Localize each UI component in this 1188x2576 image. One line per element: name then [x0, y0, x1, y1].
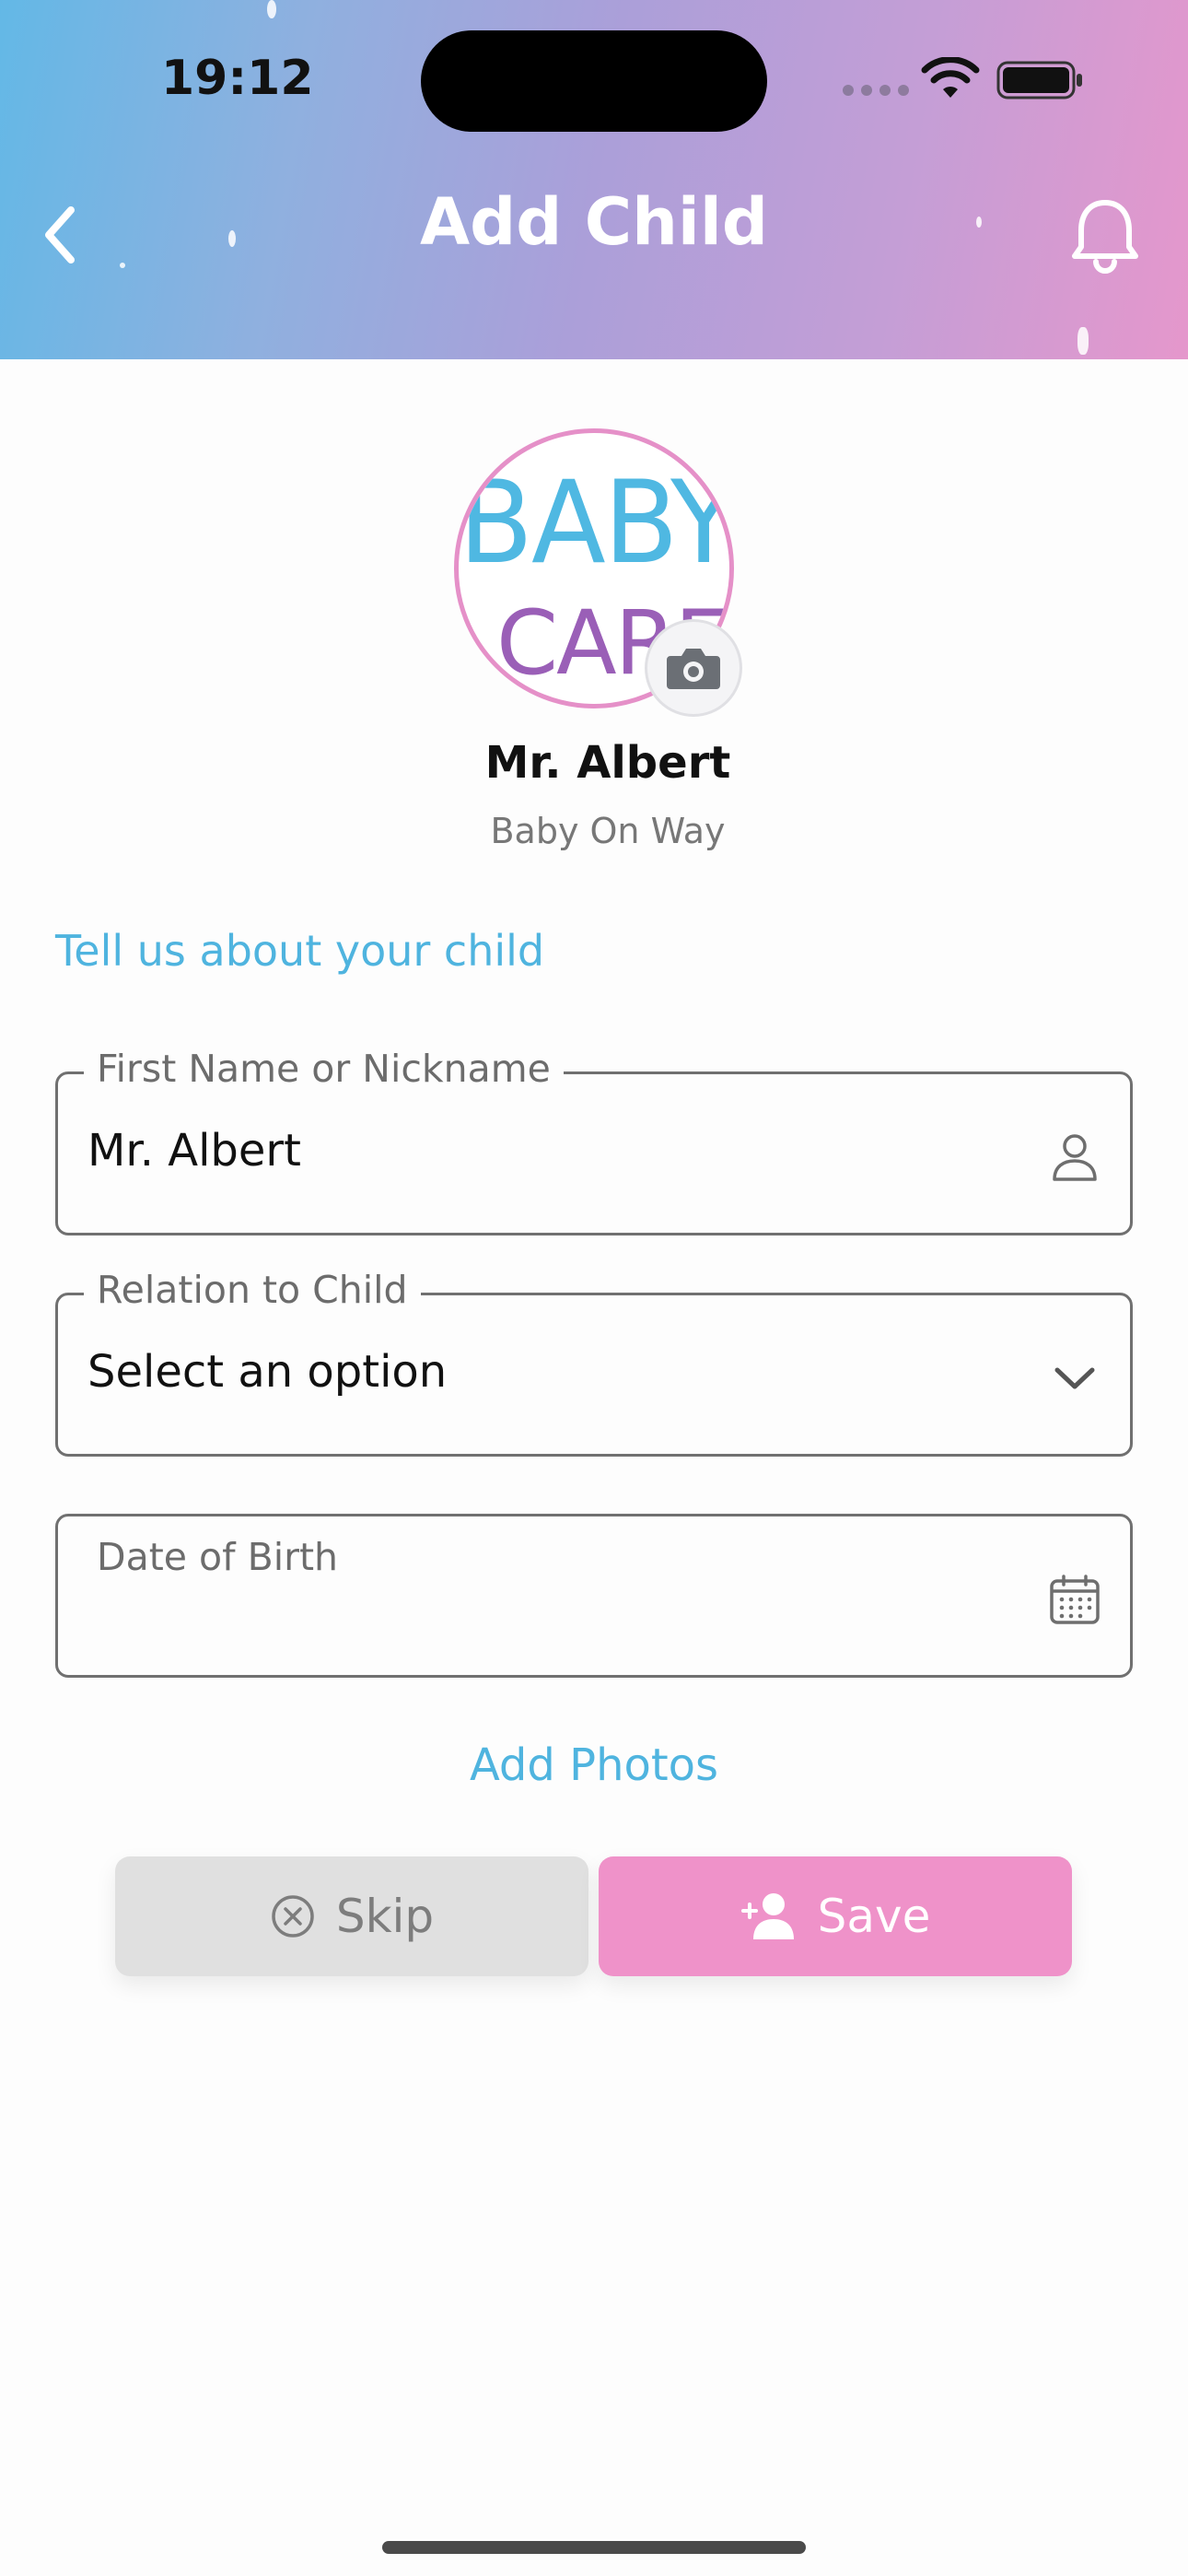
status-time: 19:12 [161, 51, 314, 106]
first-name-field[interactable]: First Name or Nickname Mr. Albert [55, 1047, 1133, 1235]
notification-button[interactable] [1068, 193, 1142, 276]
user-icon [1053, 1134, 1097, 1181]
add-user-icon [740, 1893, 794, 1939]
relation-selected-value: Select an option [87, 1346, 448, 1398]
skip-label: Skip [335, 1890, 435, 1943]
add-photos-link[interactable]: Add Photos [0, 1739, 1188, 1791]
wifi-icon [921, 57, 980, 98]
logo-text-baby: BABY [459, 455, 734, 590]
date-of-birth-field[interactable]: Date of Birth [55, 1514, 1133, 1678]
skip-button[interactable]: Skip [115, 1856, 588, 1976]
calendar-icon [1050, 1575, 1100, 1624]
section-title: Tell us about your child [55, 926, 545, 976]
relation-select[interactable]: Relation to Child Select an option [55, 1268, 1133, 1457]
first-name-label: First Name or Nickname [84, 1047, 564, 1091]
chevron-down-icon [1054, 1367, 1095, 1389]
home-indicator[interactable] [382, 2541, 806, 2554]
save-label: Save [817, 1890, 931, 1943]
save-button[interactable]: Save [599, 1856, 1072, 1976]
page-title: Add Child [419, 184, 769, 260]
first-name-value: Mr. Albert [87, 1125, 301, 1177]
sparkle-decoration [120, 263, 125, 268]
cellular-signal-icon [843, 85, 909, 96]
date-of-birth-label: Date of Birth [97, 1535, 339, 1579]
battery-icon [996, 61, 1082, 100]
change-photo-button[interactable] [645, 619, 742, 717]
close-circle-icon [272, 1895, 314, 1938]
sparkle-decoration [1077, 327, 1089, 355]
bell-icon [1072, 200, 1138, 274]
camera-icon [667, 649, 720, 689]
add-child-screen: 19:12 Add Child BABY CARE Mr. Albert Bab… [0, 0, 1188, 2576]
child-status: Baby On Way [490, 811, 726, 851]
sparkle-decoration [267, 0, 276, 18]
relation-label: Relation to Child [84, 1268, 421, 1312]
header: 19:12 Add Child [0, 0, 1188, 359]
dynamic-island [421, 30, 767, 132]
child-name: Mr. Albert [484, 737, 731, 789]
